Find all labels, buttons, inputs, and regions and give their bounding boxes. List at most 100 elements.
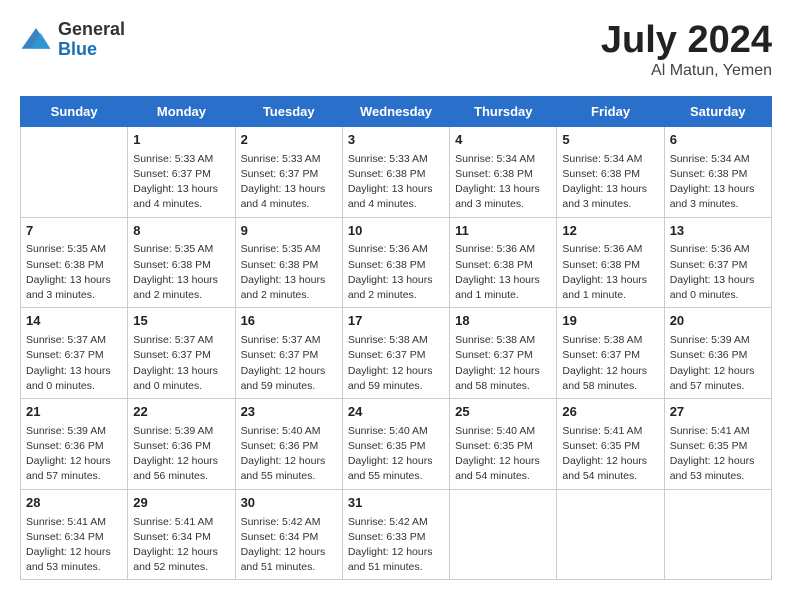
day-number: 4 xyxy=(455,131,551,150)
day-number: 22 xyxy=(133,403,229,422)
calendar-day: 16 Sunrise: 5:37 AMSunset: 6:37 PMDayligh… xyxy=(235,308,342,399)
header-wednesday: Wednesday xyxy=(342,96,449,126)
calendar-day: 6 Sunrise: 5:34 AMSunset: 6:38 PMDaylight… xyxy=(664,126,771,217)
calendar-day: 5 Sunrise: 5:34 AMSunset: 6:38 PMDaylight… xyxy=(557,126,664,217)
calendar-day: 8Sunrise: 5:35 AMSunset: 6:38 PMDaylight… xyxy=(128,217,235,308)
calendar-day: 25 Sunrise: 5:40 AMSunset: 6:35 PMDayligh… xyxy=(450,398,557,489)
calendar-table: SundayMondayTuesdayWednesdayThursdayFrid… xyxy=(20,96,772,581)
calendar-day xyxy=(664,489,771,580)
calendar-day: 10Sunrise: 5:36 AMSunset: 6:38 PMDayligh… xyxy=(342,217,449,308)
day-info: Sunrise: 5:36 AMSunset: 6:37 PMDaylight:… xyxy=(670,242,766,303)
day-info: Sunrise: 5:41 AMSunset: 6:35 PMDaylight:… xyxy=(670,424,766,485)
calendar-day: 11Sunrise: 5:36 AMSunset: 6:38 PMDayligh… xyxy=(450,217,557,308)
day-number: 14 xyxy=(26,312,122,331)
calendar-day: 30 Sunrise: 5:42 AMSunset: 6:34 PMDayligh… xyxy=(235,489,342,580)
day-info: Sunrise: 5:36 AMSunset: 6:38 PMDaylight:… xyxy=(562,242,658,303)
day-number: 31 xyxy=(348,494,444,513)
day-number: 29 xyxy=(133,494,229,513)
calendar-day xyxy=(450,489,557,580)
calendar-day: 14 Sunrise: 5:37 AMSunset: 6:37 PMDayligh… xyxy=(21,308,128,399)
header-monday: Monday xyxy=(128,96,235,126)
calendar-header: SundayMondayTuesdayWednesdayThursdayFrid… xyxy=(21,96,772,126)
day-info: Sunrise: 5:36 AMSunset: 6:38 PMDaylight:… xyxy=(348,242,444,303)
calendar-day: 13Sunrise: 5:36 AMSunset: 6:37 PMDayligh… xyxy=(664,217,771,308)
day-number: 20 xyxy=(670,312,766,331)
day-number: 26 xyxy=(562,403,658,422)
day-info: Sunrise: 5:37 AMSunset: 6:37 PMDaylight:… xyxy=(241,333,337,394)
day-number: 16 xyxy=(241,312,337,331)
calendar-day: 2 Sunrise: 5:33 AMSunset: 6:37 PMDaylight… xyxy=(235,126,342,217)
calendar-day: 23Sunrise: 5:40 AMSunset: 6:36 PMDayligh… xyxy=(235,398,342,489)
day-info: Sunrise: 5:38 AMSunset: 6:37 PMDaylight:… xyxy=(455,333,551,394)
day-info: Sunrise: 5:41 AMSunset: 6:34 PMDaylight:… xyxy=(133,515,229,576)
day-info: Sunrise: 5:36 AMSunset: 6:38 PMDaylight:… xyxy=(455,242,551,303)
day-number: 17 xyxy=(348,312,444,331)
day-info: Sunrise: 5:37 AMSunset: 6:37 PMDaylight:… xyxy=(133,333,229,394)
day-info: Sunrise: 5:33 AMSunset: 6:37 PMDaylight:… xyxy=(241,152,337,213)
day-number: 10 xyxy=(348,222,444,241)
logo-icon xyxy=(20,26,52,54)
day-number: 6 xyxy=(670,131,766,150)
day-info: Sunrise: 5:38 AMSunset: 6:37 PMDaylight:… xyxy=(562,333,658,394)
day-info: Sunrise: 5:35 AMSunset: 6:38 PMDaylight:… xyxy=(26,242,122,303)
day-number: 13 xyxy=(670,222,766,241)
page-header: General Blue July 2024 Al Matun, Yemen xyxy=(20,20,772,80)
calendar-day: 3Sunrise: 5:33 AMSunset: 6:38 PMDaylight… xyxy=(342,126,449,217)
day-number: 28 xyxy=(26,494,122,513)
day-info: Sunrise: 5:42 AMSunset: 6:33 PMDaylight:… xyxy=(348,515,444,576)
day-info: Sunrise: 5:35 AMSunset: 6:38 PMDaylight:… xyxy=(133,242,229,303)
day-number: 25 xyxy=(455,403,551,422)
calendar-day: 26 Sunrise: 5:41 AMSunset: 6:35 PMDayligh… xyxy=(557,398,664,489)
calendar-day: 12Sunrise: 5:36 AMSunset: 6:38 PMDayligh… xyxy=(557,217,664,308)
logo-general-text: General xyxy=(58,20,125,40)
day-info: Sunrise: 5:41 AMSunset: 6:34 PMDaylight:… xyxy=(26,515,122,576)
week-row: 14 Sunrise: 5:37 AMSunset: 6:37 PMDayligh… xyxy=(21,308,772,399)
day-info: Sunrise: 5:39 AMSunset: 6:36 PMDaylight:… xyxy=(133,424,229,485)
day-number: 12 xyxy=(562,222,658,241)
day-info: Sunrise: 5:38 AMSunset: 6:37 PMDaylight:… xyxy=(348,333,444,394)
calendar-day: 1Sunrise: 5:33 AMSunset: 6:37 PMDaylight… xyxy=(128,126,235,217)
calendar-day: 22 Sunrise: 5:39 AMSunset: 6:36 PMDayligh… xyxy=(128,398,235,489)
calendar-day xyxy=(21,126,128,217)
day-number: 18 xyxy=(455,312,551,331)
day-info: Sunrise: 5:34 AMSunset: 6:38 PMDaylight:… xyxy=(670,152,766,213)
calendar-day: 29 Sunrise: 5:41 AMSunset: 6:34 PMDayligh… xyxy=(128,489,235,580)
logo: General Blue xyxy=(20,20,125,60)
logo-blue-text: Blue xyxy=(58,40,125,60)
calendar-day: 15 Sunrise: 5:37 AMSunset: 6:37 PMDayligh… xyxy=(128,308,235,399)
calendar-day xyxy=(557,489,664,580)
day-number: 2 xyxy=(241,131,337,150)
header-tuesday: Tuesday xyxy=(235,96,342,126)
day-info: Sunrise: 5:40 AMSunset: 6:35 PMDaylight:… xyxy=(455,424,551,485)
calendar-day: 20 Sunrise: 5:39 AMSunset: 6:36 PMDayligh… xyxy=(664,308,771,399)
day-number: 1 xyxy=(133,131,229,150)
day-number: 30 xyxy=(241,494,337,513)
day-number: 7 xyxy=(26,222,122,241)
calendar-day: 9Sunrise: 5:35 AMSunset: 6:38 PMDaylight… xyxy=(235,217,342,308)
logo-text: General Blue xyxy=(58,20,125,60)
day-info: Sunrise: 5:40 AMSunset: 6:35 PMDaylight:… xyxy=(348,424,444,485)
header-sunday: Sunday xyxy=(21,96,128,126)
day-info: Sunrise: 5:41 AMSunset: 6:35 PMDaylight:… xyxy=(562,424,658,485)
day-number: 5 xyxy=(562,131,658,150)
day-number: 8 xyxy=(133,222,229,241)
day-info: Sunrise: 5:34 AMSunset: 6:38 PMDaylight:… xyxy=(562,152,658,213)
day-number: 21 xyxy=(26,403,122,422)
day-number: 11 xyxy=(455,222,551,241)
calendar-day: 31 Sunrise: 5:42 AMSunset: 6:33 PMDayligh… xyxy=(342,489,449,580)
day-info: Sunrise: 5:42 AMSunset: 6:34 PMDaylight:… xyxy=(241,515,337,576)
day-number: 27 xyxy=(670,403,766,422)
calendar-day: 7Sunrise: 5:35 AMSunset: 6:38 PMDaylight… xyxy=(21,217,128,308)
day-info: Sunrise: 5:39 AMSunset: 6:36 PMDaylight:… xyxy=(670,333,766,394)
week-row: 1 Sunrise: 5:33 AMSunset: 6:37 PMDaylight… xyxy=(21,126,772,217)
day-info: Sunrise: 5:35 AMSunset: 6:38 PMDaylight:… xyxy=(241,242,337,303)
week-row: 28 Sunrise: 5:41 AMSunset: 6:34 PMDayligh… xyxy=(21,489,772,580)
header-saturday: Saturday xyxy=(664,96,771,126)
day-number: 9 xyxy=(241,222,337,241)
calendar-day: 21Sunrise: 5:39 AMSunset: 6:36 PMDayligh… xyxy=(21,398,128,489)
calendar-day: 24Sunrise: 5:40 AMSunset: 6:35 PMDayligh… xyxy=(342,398,449,489)
day-info: Sunrise: 5:37 AMSunset: 6:37 PMDaylight:… xyxy=(26,333,122,394)
calendar-title: July 2024 xyxy=(601,20,772,62)
day-number: 15 xyxy=(133,312,229,331)
day-info: Sunrise: 5:40 AMSunset: 6:36 PMDaylight:… xyxy=(241,424,337,485)
